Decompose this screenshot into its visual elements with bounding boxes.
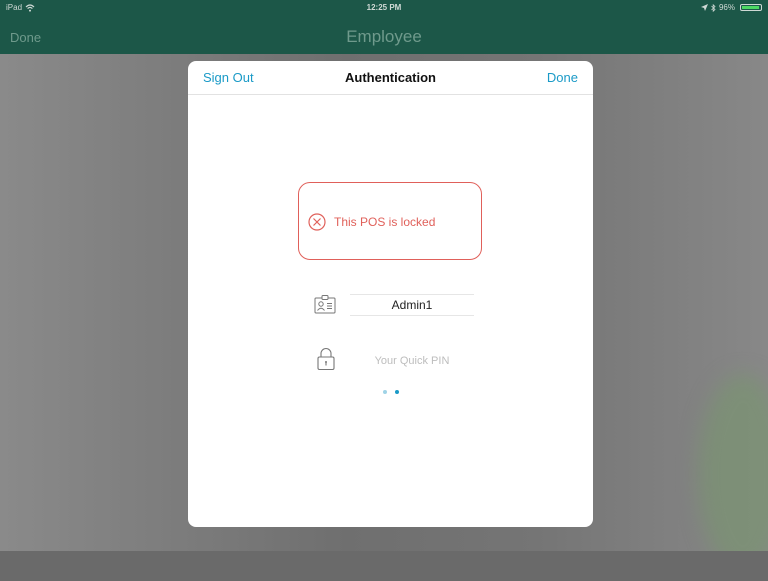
error-circle-x-icon [308,213,326,231]
id-card-icon [314,295,336,314]
bluetooth-icon [711,3,716,12]
status-bar: iPad 12:25 PM 96% [0,0,768,16]
modal-header: Sign Out Authentication Done [188,61,593,95]
lock-icon [317,348,335,371]
status-right: 96% [700,3,762,12]
quick-pin-input[interactable] [350,351,474,371]
pin-row [314,347,476,373]
nav-title: Employee [346,27,422,46]
authentication-modal: Sign Out Authentication Done This POS is… [188,61,593,527]
battery-fill [742,6,759,9]
nav-bar: Done Employee [0,16,768,54]
page-indicator [188,390,593,394]
ipad-screen: iPad 12:25 PM 96% Done Employee Sign Out… [0,0,768,581]
background-blur [698,374,768,574]
alert-message: This POS is locked [334,215,436,229]
username-row: Admin1 [314,293,476,317]
username-field[interactable]: Admin1 [350,294,474,316]
battery-icon [740,4,762,11]
background-band [0,551,768,581]
status-time: 12:25 PM [366,3,402,12]
modal-done-button[interactable]: Done [547,70,578,85]
locked-alert: This POS is locked [298,182,482,260]
location-arrow-icon [700,4,708,11]
modal-title: Authentication [345,70,436,85]
page-dot[interactable] [382,390,387,394]
page-dot-active[interactable] [394,390,399,394]
battery-percent: 96% [718,3,735,12]
